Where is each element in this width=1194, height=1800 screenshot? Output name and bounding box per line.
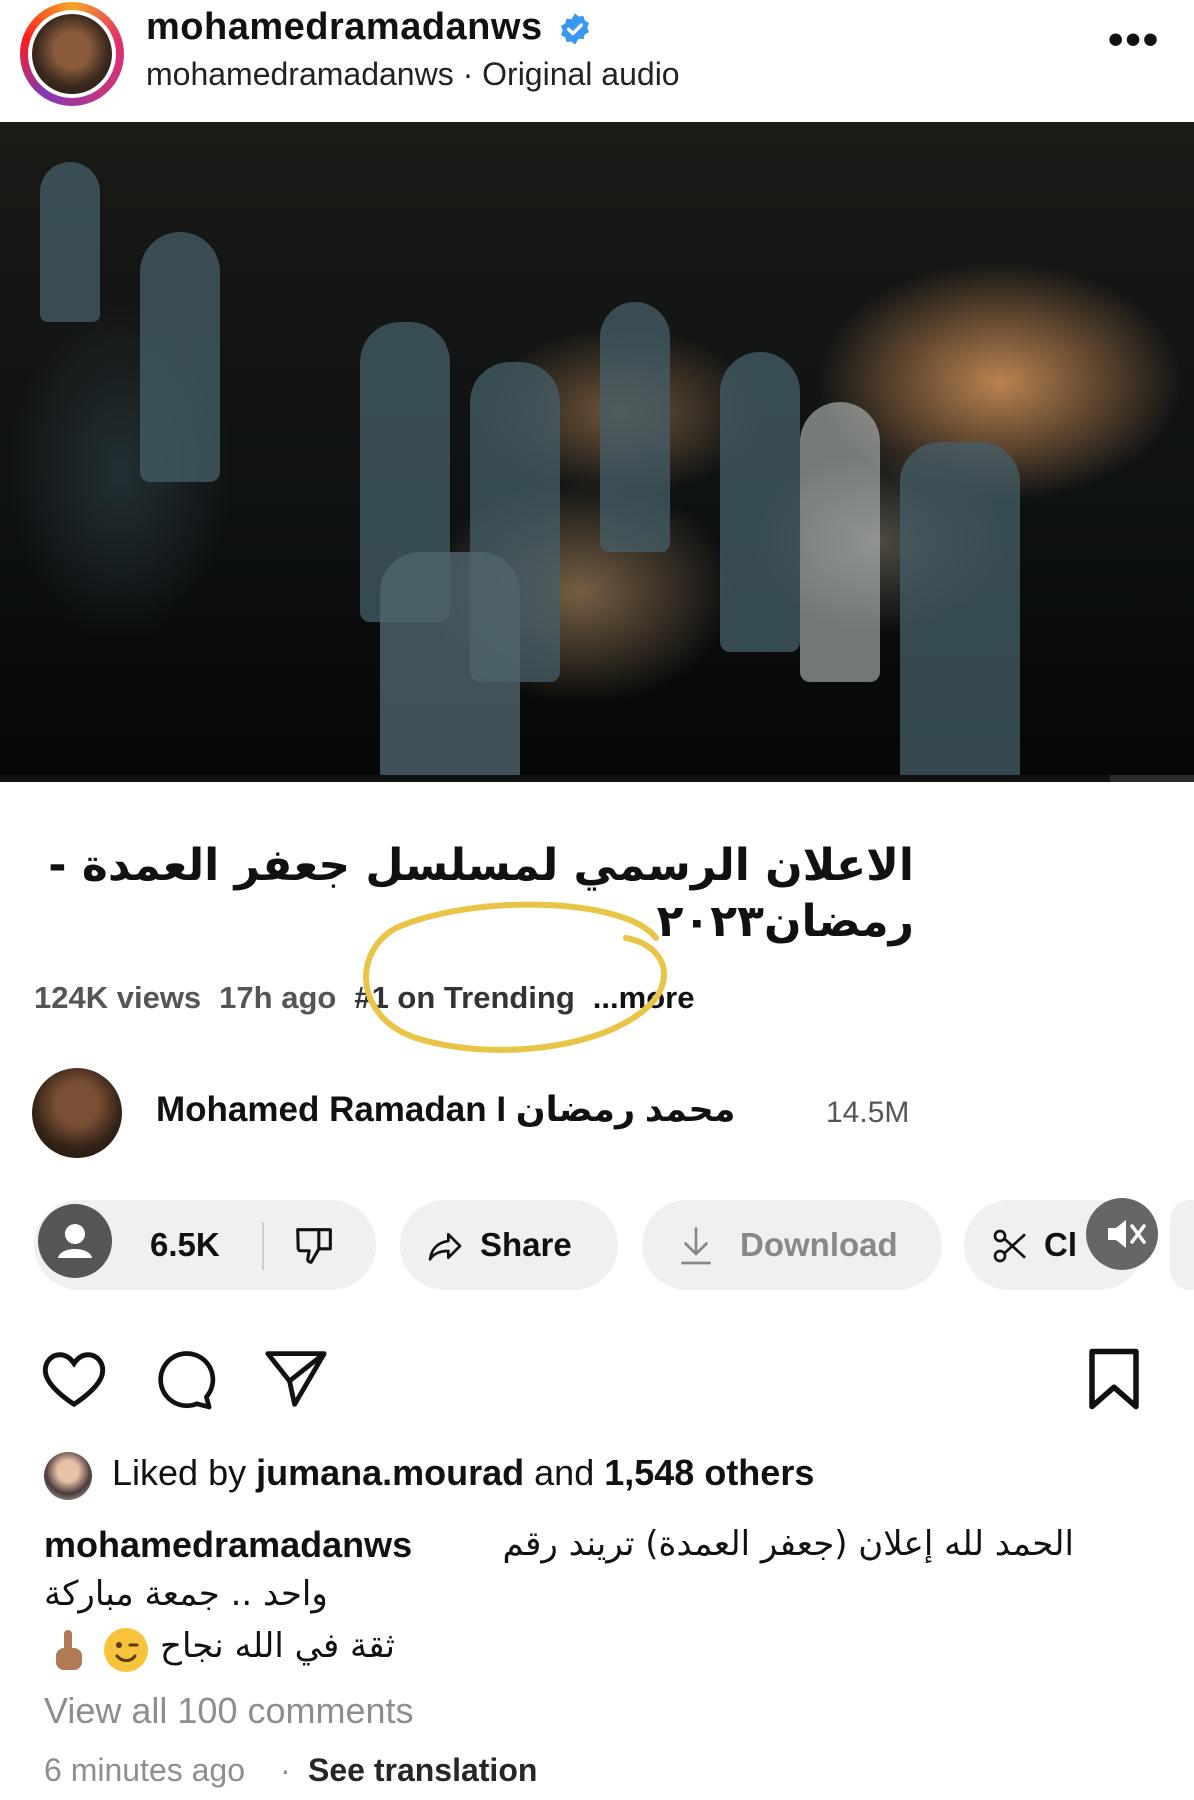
scene-figure: [720, 352, 800, 652]
scene-figure: [40, 162, 100, 322]
liked-others[interactable]: 1,548 others: [604, 1452, 814, 1493]
pointing-up-emoji-icon: [56, 1630, 82, 1670]
separator-dot: ·: [280, 1752, 291, 1788]
liker-username[interactable]: jumana.mourad: [256, 1452, 524, 1493]
liked-by-line[interactable]: Liked by jumana.mourad and 1,548 others: [112, 1452, 814, 1494]
mute-button[interactable]: [1086, 1198, 1158, 1270]
scene-figure: [800, 402, 880, 682]
channel-name[interactable]: Mohamed Ramadan I محمد رمضان: [156, 1090, 735, 1130]
scissors-icon: [993, 1229, 1026, 1263]
download-icon: [681, 1227, 711, 1265]
view-count: 124K views: [34, 980, 202, 1015]
pill-divider: [262, 1222, 264, 1270]
username[interactable]: mohamedramadanws: [146, 6, 543, 49]
upload-age: 17h ago: [219, 980, 337, 1015]
view-comments-link[interactable]: View all 100 comments: [44, 1690, 414, 1732]
post-timestamp: 6 minutes ago: [44, 1752, 246, 1788]
muted-speaker-icon: [1108, 1220, 1146, 1248]
wink-emoji-icon: [104, 1628, 148, 1672]
scene-figure: [140, 232, 220, 482]
liked-prefix: Liked by: [112, 1452, 257, 1493]
subscriber-count: 14.5M: [826, 1096, 910, 1129]
clip-label: Cl: [1044, 1226, 1077, 1263]
user-icon: [58, 1224, 92, 1258]
liker-avatar[interactable]: [44, 1452, 92, 1500]
verified-badge-icon: [560, 13, 590, 45]
wink-face-icon: [115, 1642, 139, 1662]
see-translation-link[interactable]: See translation: [308, 1752, 537, 1789]
like-button[interactable]: [38, 1204, 112, 1278]
scene-figure: [900, 442, 1020, 782]
video-progress-fill: [0, 775, 1111, 782]
dislike-icon[interactable]: [292, 1222, 338, 1268]
more-options-icon[interactable]: •••: [1108, 18, 1160, 62]
audio-subtitle[interactable]: mohamedramadanws · Original audio: [146, 56, 680, 93]
caption-line-1: الحمد لله إعلان (جعفر العمدة) تريند رقم: [502, 1524, 1074, 1564]
comment-icon[interactable]: [150, 1346, 216, 1412]
trending-highlight-circle: [363, 901, 668, 1053]
scene-figure: [380, 552, 520, 782]
like-count: 6.5K: [150, 1226, 220, 1263]
send-icon[interactable]: [262, 1348, 330, 1410]
liked-mid: and: [524, 1452, 605, 1493]
share-icon: [428, 1233, 462, 1261]
caption-line-2: واحد .. جمعة مباركة: [44, 1574, 328, 1614]
download-label: Download: [740, 1226, 898, 1263]
video-frame[interactable]: [0, 122, 1194, 782]
overflow-pill[interactable]: [1170, 1200, 1194, 1290]
heart-icon[interactable]: [38, 1346, 110, 1410]
avatar[interactable]: [32, 14, 112, 94]
share-label: Share: [480, 1226, 572, 1263]
channel-avatar[interactable]: [32, 1068, 122, 1158]
bookmark-icon[interactable]: [1086, 1346, 1142, 1412]
scene-figure: [600, 302, 670, 552]
caption-username[interactable]: mohamedramadanws: [44, 1524, 412, 1566]
caption-line-3: ثقة في الله نجاح: [160, 1626, 395, 1666]
